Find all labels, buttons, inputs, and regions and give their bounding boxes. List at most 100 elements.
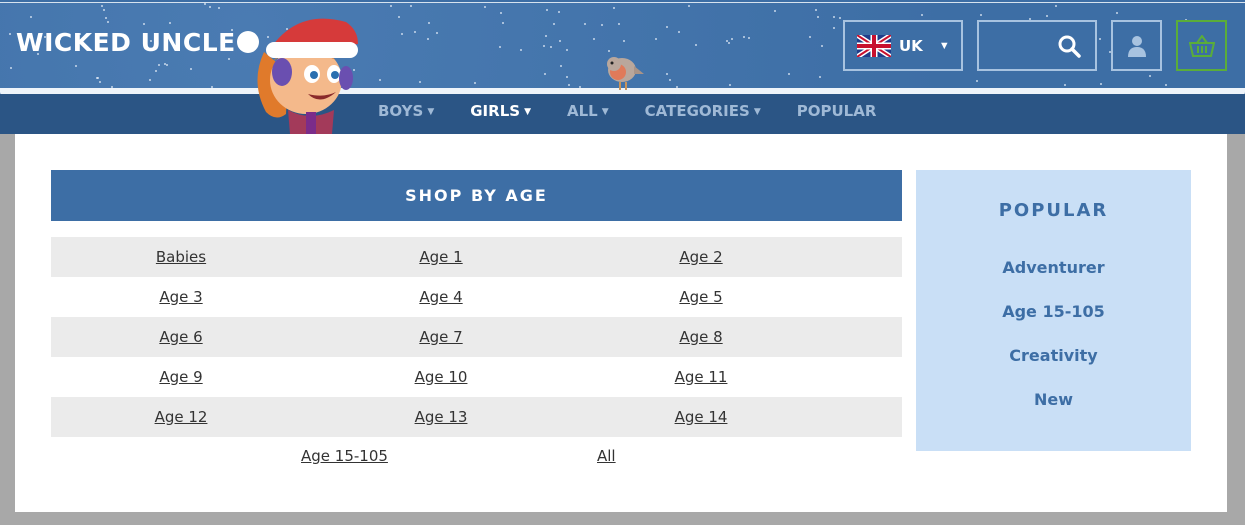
snowflake <box>397 16 400 19</box>
chevron-down-icon: ▼ <box>601 106 609 117</box>
snowflake <box>654 38 657 41</box>
snowflake <box>729 84 732 87</box>
nav-item-label: BOYS <box>378 102 424 120</box>
country-selector[interactable]: UK ▼ <box>843 20 963 71</box>
snowflake <box>228 58 231 61</box>
snowflake <box>105 16 108 19</box>
nav-item-all[interactable]: ALL ▼ <box>567 102 609 120</box>
table-cell: Age 12 <box>51 408 311 427</box>
snowflake <box>730 37 733 40</box>
snowflake <box>687 5 690 8</box>
snowflake <box>426 38 429 41</box>
nav-item-popular[interactable]: POPULAR <box>797 102 877 120</box>
snowflake <box>102 8 105 11</box>
age-link[interactable]: Age 9 <box>159 368 202 386</box>
chevron-down-icon: ▼ <box>753 106 761 117</box>
nav-item-girls[interactable]: GIRLS ▼ <box>470 102 531 120</box>
uk-flag-icon <box>857 34 891 57</box>
basket-button[interactable] <box>1176 20 1227 71</box>
snowflake <box>678 30 681 33</box>
snowflake <box>666 72 668 75</box>
table-cell: Age 7 <box>311 328 571 347</box>
popular-link-age-15-105[interactable]: Age 15-105 <box>916 302 1191 321</box>
search-icon <box>1058 35 1081 58</box>
snowflake <box>98 80 101 83</box>
table-cell: Age 5 <box>571 288 831 307</box>
account-button[interactable] <box>1111 20 1162 71</box>
snowflake <box>427 22 430 25</box>
snowflake <box>601 24 604 27</box>
popular-link-adventurer[interactable]: Adventurer <box>916 258 1191 277</box>
table-row: Age 6 Age 7 Age 8 <box>51 317 902 357</box>
site-logo[interactable]: WICKED UNCLE <box>16 28 236 57</box>
snowflake <box>747 36 750 39</box>
nav-item-categories[interactable]: CATEGORIES ▼ <box>645 102 761 120</box>
site-header: WICKED UNCLE BOYS ▼ GIRLS ▼ ALL ▼ CATEGO… <box>0 0 1245 134</box>
snowflake <box>808 35 811 38</box>
chevron-down-icon: ▼ <box>938 39 950 52</box>
age-link[interactable]: Age 13 <box>415 408 468 426</box>
nav-item-boys[interactable]: BOYS ▼ <box>378 102 434 120</box>
snowflake <box>155 69 158 72</box>
snowflake <box>592 37 595 40</box>
age-link[interactable]: Age 12 <box>155 408 208 426</box>
snowflake <box>413 31 416 34</box>
snowflake <box>833 26 836 29</box>
snowflake <box>218 7 221 10</box>
snowflake <box>728 42 731 45</box>
age-link[interactable]: Age 8 <box>679 328 722 346</box>
search-button[interactable] <box>977 20 1097 71</box>
snowflake <box>816 15 819 18</box>
popular-link-new[interactable]: New <box>916 390 1191 409</box>
age-link[interactable]: Age 15-105 <box>301 447 388 465</box>
age-link[interactable]: Age 3 <box>159 288 202 306</box>
table-cell: Age 11 <box>571 368 831 387</box>
snowflake <box>95 77 98 79</box>
chevron-down-icon: ▼ <box>524 106 531 117</box>
table-cell: Age 3 <box>51 288 311 307</box>
age-link[interactable]: Age 6 <box>159 328 202 346</box>
age-link[interactable]: Age 7 <box>419 328 462 346</box>
snowflake <box>568 84 571 87</box>
popular-link-creativity[interactable]: Creativity <box>916 346 1191 365</box>
snowflake <box>30 15 33 18</box>
snowflake <box>669 79 672 82</box>
age-link[interactable]: Age 11 <box>675 368 728 386</box>
age-link[interactable]: Babies <box>156 248 206 266</box>
snowflake <box>390 4 393 7</box>
age-link[interactable]: Age 4 <box>419 288 462 306</box>
snowflake <box>1055 5 1058 8</box>
age-link[interactable]: Age 14 <box>675 408 728 426</box>
snowflake <box>622 40 625 43</box>
snowflake <box>543 44 546 47</box>
table-cell: Age 8 <box>571 328 831 347</box>
snowflake <box>980 14 983 17</box>
snowflake <box>694 43 697 46</box>
snowflake <box>820 44 823 47</box>
age-link[interactable]: Age 1 <box>419 248 462 266</box>
snowflake <box>500 12 503 15</box>
snowflake <box>498 45 501 48</box>
snowflake <box>474 82 477 85</box>
nav-item-label: POPULAR <box>796 102 877 120</box>
nav-item-label: ALL <box>566 102 598 120</box>
table-cell: Age 9 <box>51 368 311 387</box>
snowflake <box>75 65 78 68</box>
snowflake <box>168 21 171 24</box>
table-cell: Babies <box>51 248 311 267</box>
snowflake <box>418 81 421 84</box>
snowflake <box>10 66 13 69</box>
snowflake <box>157 64 160 67</box>
popular-heading: POPULAR <box>998 200 1109 221</box>
age-link[interactable]: Age 2 <box>679 248 722 266</box>
snowflake <box>1064 84 1067 87</box>
age-link[interactable]: Age 5 <box>679 288 722 306</box>
table-row: Age 12 Age 13 Age 14 <box>51 397 902 437</box>
snowflake <box>545 9 548 12</box>
snowflake <box>209 6 212 9</box>
nav-item-label: CATEGORIES <box>644 102 750 120</box>
age-link[interactable]: Age 10 <box>415 368 468 386</box>
age-table-last-row: Age 15-105 All <box>51 437 902 477</box>
all-ages-link[interactable]: All <box>597 447 616 465</box>
snowflake <box>558 39 561 42</box>
